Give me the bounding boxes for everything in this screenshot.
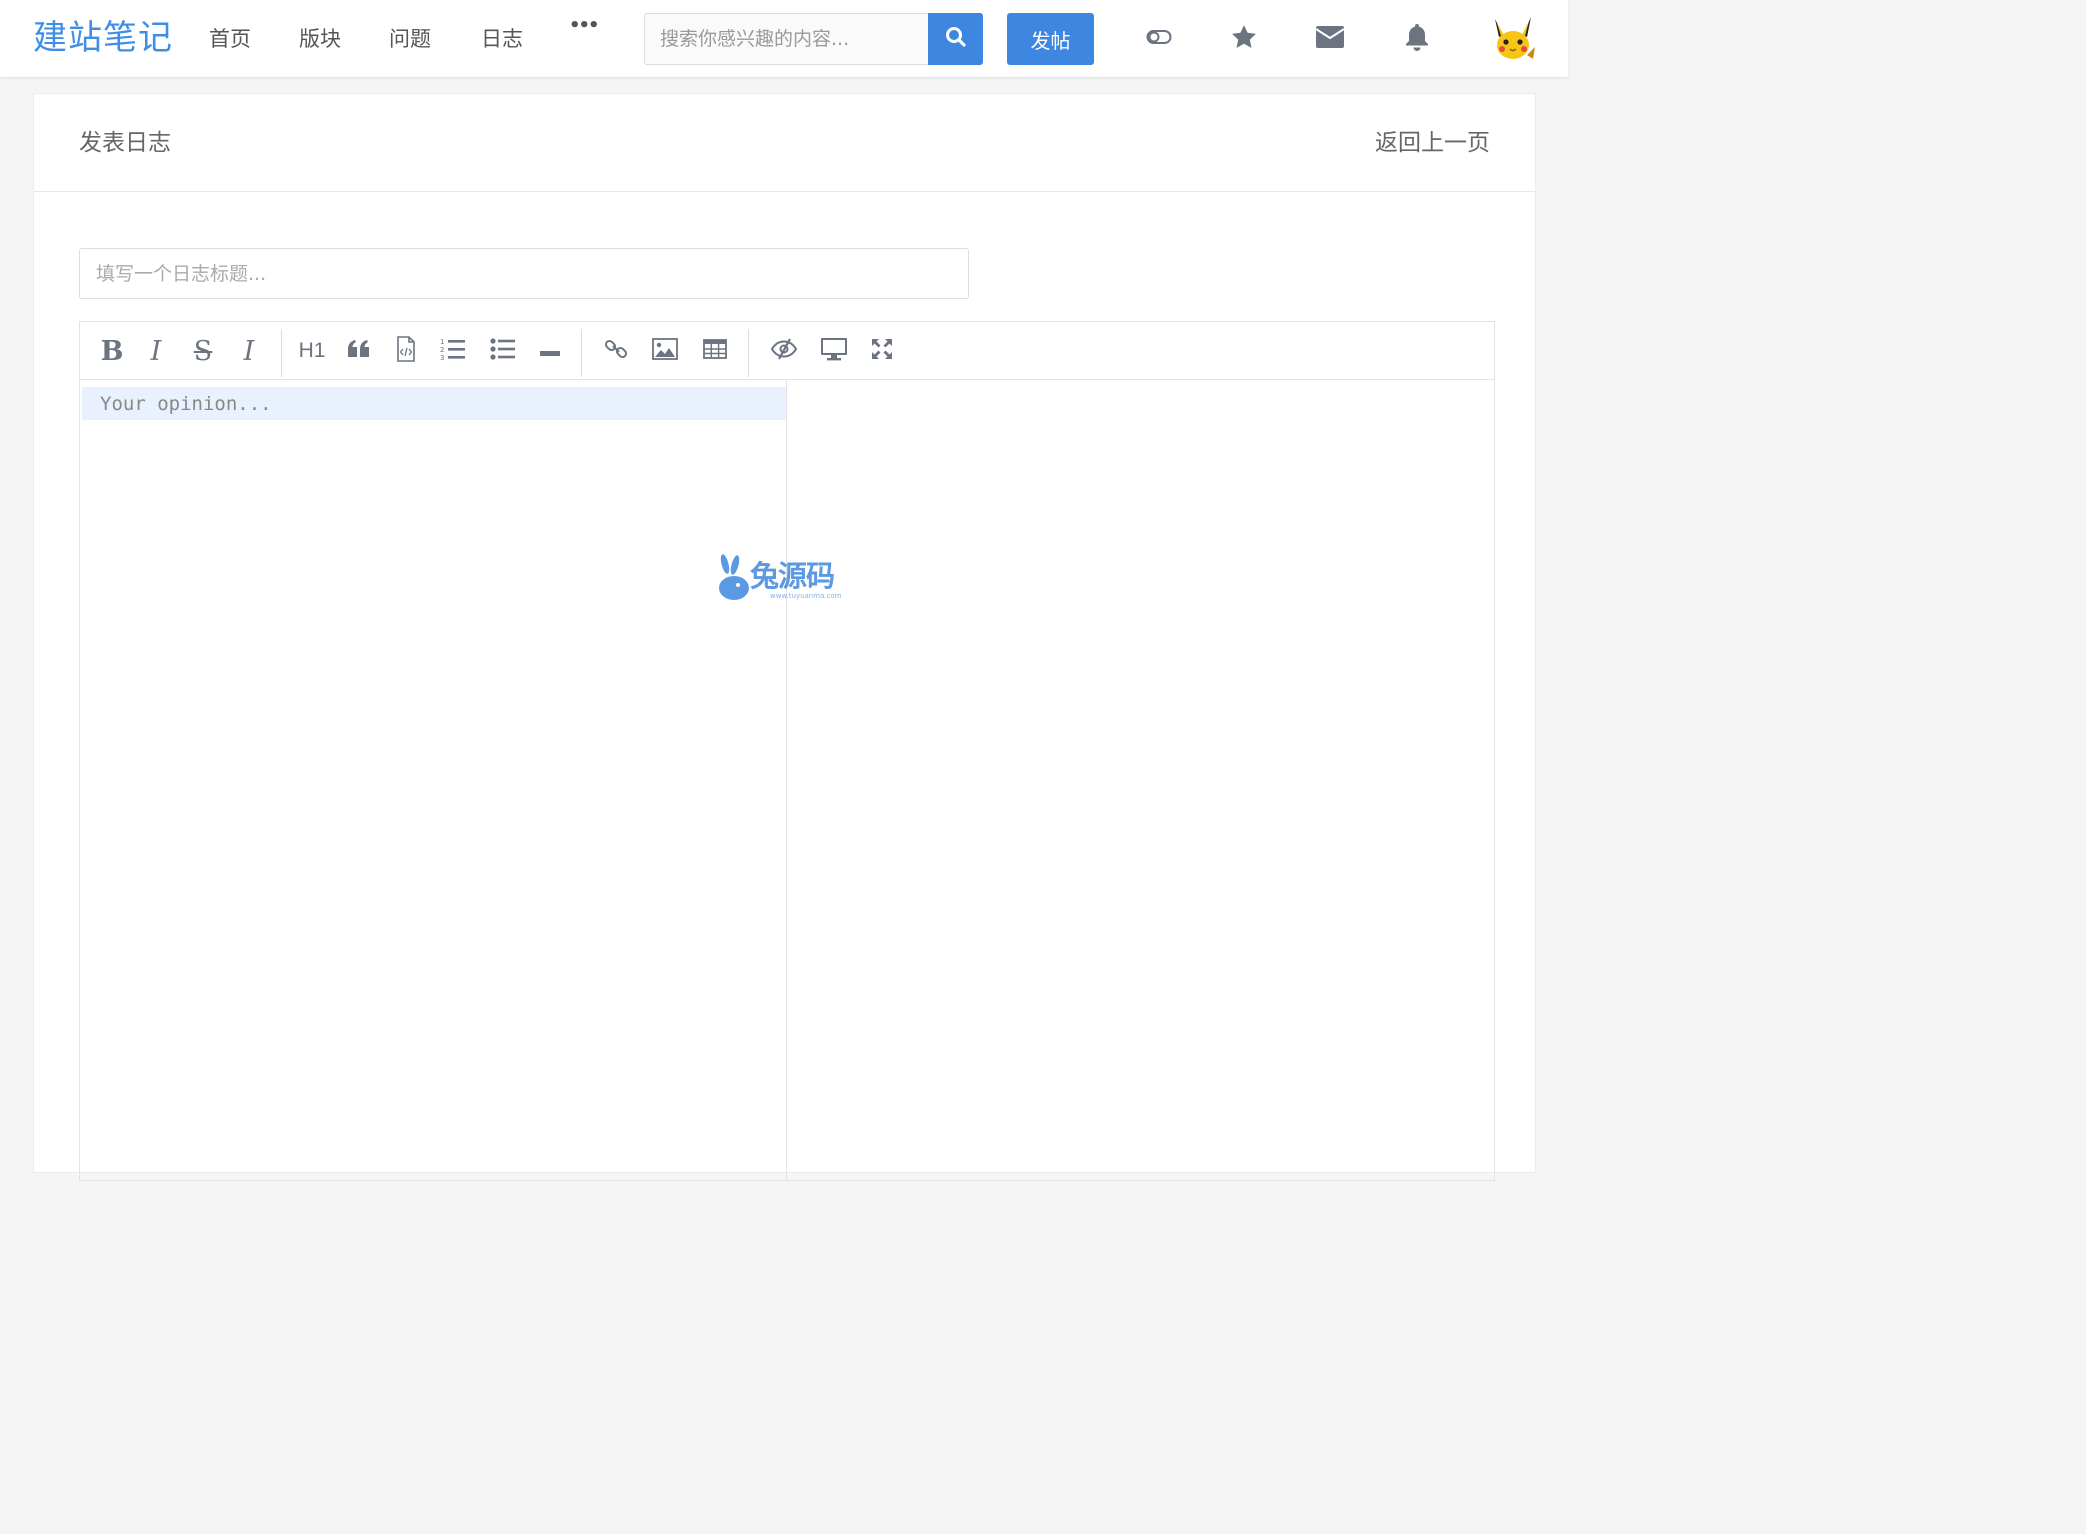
page-title: 发表日志 (79, 130, 171, 156)
nav-item-home[interactable]: 首页 (209, 24, 251, 54)
image-button[interactable] (647, 333, 683, 369)
ordered-list-button[interactable]: 123 (435, 333, 471, 369)
eye-slash-icon (770, 338, 798, 364)
nav-item-questions[interactable]: 问题 (389, 24, 431, 54)
search-button[interactable] (928, 13, 983, 65)
markdown-editor: B I S I H1 1 2 3 Your opinion... (79, 321, 1495, 1181)
notifications-button[interactable] (1400, 22, 1434, 56)
side-by-side-button[interactable] (816, 333, 852, 369)
star-icon (1230, 23, 1258, 55)
heading-icon: H1 (298, 339, 326, 362)
favorites-button[interactable] (1227, 22, 1261, 56)
svg-text:1: 1 (440, 338, 444, 346)
bold-button[interactable]: B (94, 333, 130, 369)
search-icon (945, 26, 967, 52)
toggle-preview-button[interactable] (766, 333, 802, 369)
editor-toolbar: B I S I H1 1 2 3 (80, 322, 1494, 380)
fullscreen-icon (870, 337, 894, 365)
code-block-button[interactable] (388, 333, 424, 369)
search-input[interactable] (644, 13, 929, 65)
site-watermark: 兔源码 www.tuyuanma.com (716, 552, 856, 604)
table-button[interactable] (697, 333, 733, 369)
user-avatar[interactable] (1489, 15, 1537, 63)
image-icon (652, 338, 678, 364)
toggle-icon (1146, 29, 1172, 49)
editor-placeholder: Your opinion... (100, 393, 272, 415)
toolbar-divider (748, 329, 749, 377)
markdown-preview-area (788, 380, 1494, 1180)
back-link[interactable]: 返回上一页 (1375, 127, 1490, 159)
quote-button[interactable] (341, 333, 377, 369)
toolbar-divider (581, 329, 582, 377)
italic-icon: I (150, 335, 162, 367)
nav-item-blog[interactable]: 日志 (481, 24, 523, 54)
bell-icon (1404, 22, 1430, 56)
markdown-input-area[interactable]: Your opinion... (80, 380, 787, 1180)
heading-button[interactable]: H1 (294, 333, 330, 369)
horizontal-rule-button[interactable] (532, 333, 568, 369)
compose-blog-panel: 发表日志 返回上一页 B I S I H1 (33, 93, 1536, 1181)
ordered-list-icon: 123 (440, 337, 466, 365)
italic-button[interactable]: I (138, 333, 174, 369)
clear-format-icon: I (243, 335, 255, 367)
code-file-icon (396, 336, 416, 366)
strikethrough-icon: S (193, 335, 213, 367)
clear-format-button[interactable]: I (231, 333, 267, 369)
bold-icon: B (100, 335, 124, 367)
watermark-subtext: www.tuyuanma.com (770, 592, 842, 600)
toolbar-divider (281, 329, 282, 377)
fullscreen-button[interactable] (864, 333, 900, 369)
top-navbar: 建站笔记 首页 版块 问题 日志 ••• 发帖 (0, 0, 1568, 78)
nav-item-forums[interactable]: 版块 (299, 24, 341, 54)
theme-toggle-button[interactable] (1142, 22, 1176, 56)
unordered-list-button[interactable] (485, 333, 521, 369)
watermark-text: 兔源码 (750, 559, 835, 593)
link-icon (604, 337, 628, 365)
strikethrough-button[interactable]: S (185, 333, 221, 369)
messages-button[interactable] (1313, 22, 1347, 56)
blog-title-input[interactable] (79, 248, 969, 299)
link-button[interactable] (598, 333, 634, 369)
mail-icon (1315, 26, 1345, 52)
unordered-list-icon (490, 338, 516, 364)
svg-text:3: 3 (440, 354, 444, 361)
site-logo[interactable]: 建站笔记 (33, 16, 173, 60)
svg-text:2: 2 (440, 346, 444, 354)
table-icon (703, 339, 727, 363)
horizontal-rule-icon (540, 342, 560, 361)
monitor-icon (820, 337, 848, 365)
quote-icon (347, 339, 371, 363)
nav-more-menu[interactable]: ••• (569, 17, 599, 35)
panel-header: 发表日志 返回上一页 (34, 94, 1535, 192)
new-post-button[interactable]: 发帖 (1007, 13, 1094, 65)
